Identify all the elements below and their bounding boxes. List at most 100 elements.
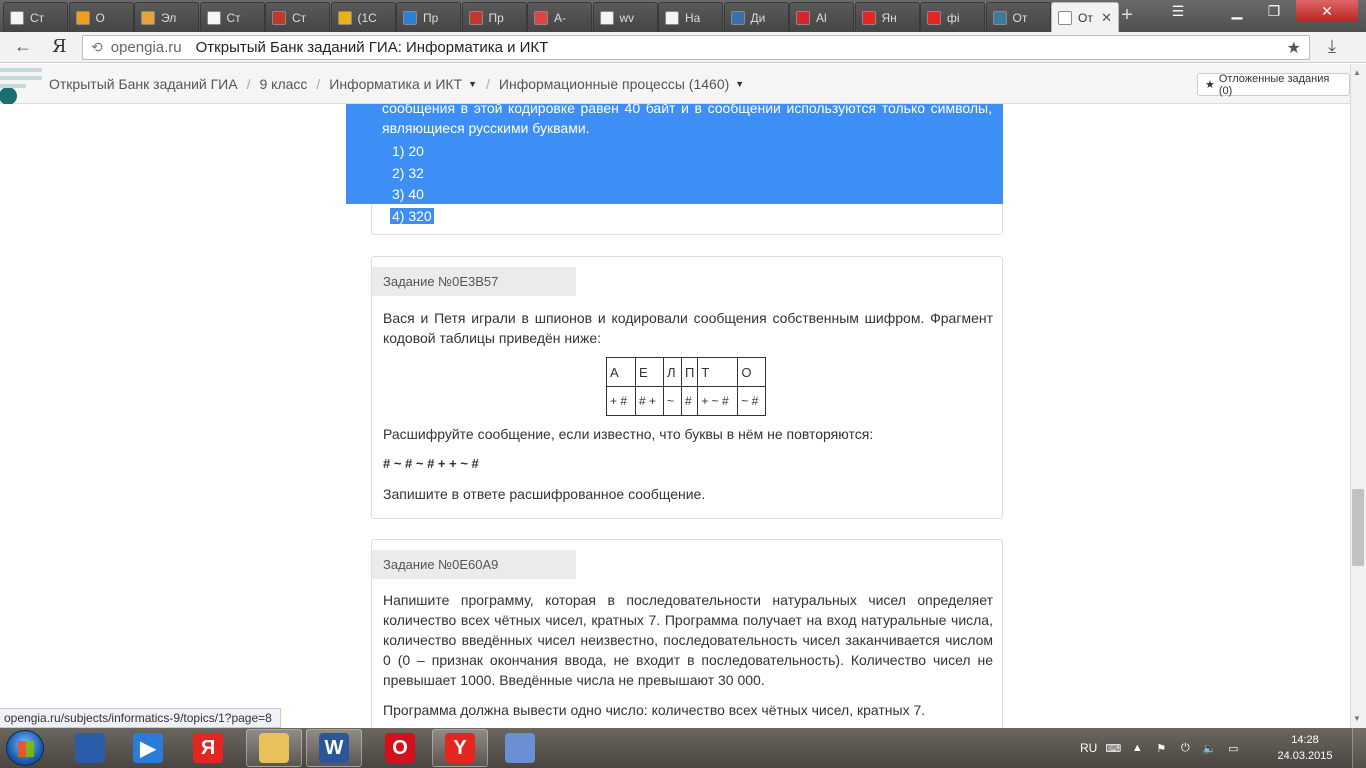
table-cell-letter: А	[606, 357, 636, 387]
logo-icon	[0, 68, 42, 104]
table-cell-code: #	[680, 386, 699, 416]
start-button[interactable]	[6, 730, 44, 766]
table-cell-code: ~ #	[737, 386, 767, 416]
back-button[interactable]: ←	[14, 36, 32, 57]
browser-tab[interactable]: Al	[789, 2, 854, 32]
downloads-icon[interactable]: ⤓	[1328, 36, 1336, 57]
browser-tab[interactable]: Пр	[461, 2, 527, 32]
caret-down-icon[interactable]: ▼	[735, 79, 744, 89]
deferred-tasks-label: Отложенные задания (0)	[1218, 72, 1330, 97]
atom-icon	[534, 10, 548, 25]
maximize-button[interactable]: ❐	[1256, 0, 1292, 22]
taskbar-app-button[interactable]: Я	[180, 729, 236, 767]
scrollbar-thumb[interactable]	[1352, 489, 1364, 566]
browser-tab-label: От	[1012, 10, 1028, 25]
task-instruction: Запишите в ответе расшифрованное сообщен…	[383, 486, 706, 502]
address-page-title: Открытый Банк заданий ГИА: Информатика и…	[195, 39, 549, 56]
task-text: сообщения в этой кодировке равен 40 байт…	[382, 104, 992, 136]
language-indicator[interactable]: RU	[1080, 741, 1097, 755]
taskbar-app-button[interactable]	[246, 729, 302, 767]
new-tab-button[interactable]: +	[1117, 5, 1137, 26]
breadcrumb-subject[interactable]: Информатика и ИКТ	[329, 76, 462, 92]
minimize-button[interactable]: ▁	[1218, 0, 1256, 22]
tray-expand-icon[interactable]: ▲	[1129, 740, 1145, 756]
breadcrumb-home[interactable]: Открытый Банк заданий ГИА	[49, 76, 238, 92]
clock-date: 24.03.2015	[1277, 750, 1333, 762]
paint-app-icon	[505, 733, 535, 763]
browser-tab[interactable]: Ст	[3, 2, 68, 32]
table-cell-letter: Т	[697, 357, 739, 387]
browser-tab[interactable]: От	[985, 2, 1051, 32]
task-question: Расшифруйте сообщение, если известно, чт…	[383, 426, 874, 442]
deferred-tasks-button[interactable]: ★ Отложенные задания (0)	[1197, 72, 1350, 97]
answer-option-text: 2) 32	[390, 164, 426, 181]
breadcrumb-topic[interactable]: Информационные процессы (1460)	[499, 76, 729, 92]
browser-tab[interactable]: wv	[592, 2, 658, 32]
display-icon[interactable]: ▭	[1225, 740, 1241, 756]
browser-menu-button[interactable]: ☰	[1163, 0, 1193, 22]
aliexpress-icon	[796, 10, 810, 25]
yandex-home-button[interactable]: Я	[52, 36, 67, 57]
system-tray: RU ⌨ ▲ ⚑ ⏻ 🔈 ▭	[1080, 728, 1241, 768]
bookmark-star-icon[interactable]: ★	[1287, 38, 1301, 58]
volume-icon[interactable]: 🔈	[1201, 740, 1217, 756]
site-logo[interactable]	[0, 64, 42, 104]
browser-tab-label: Пр	[488, 10, 504, 25]
browser-tab-label: Ст	[30, 10, 45, 25]
page-scrollbar[interactable]	[1350, 64, 1366, 728]
answer-option: 1) 20	[390, 141, 434, 163]
browser-tab[interactable]: Ян	[854, 2, 920, 32]
scroll-up-arrow-icon[interactable]: ▲	[1353, 68, 1361, 77]
address-input[interactable]: ⟲ opengia.ru Открытый Банк заданий ГИА: …	[82, 35, 1310, 60]
taskbar-app-button[interactable]: W	[306, 729, 362, 767]
browser-tab-label: А-	[554, 10, 566, 25]
browser-tab-strip: + ☰ ▁ ❐ ✕ Ст О Эл Ст Ст (1С Пр Пр А-wv На Ди Al Ян фі…	[0, 0, 1366, 32]
browser-tab[interactable]: Ди	[723, 2, 789, 32]
table-cell-letter: Л	[663, 357, 682, 387]
taskbar-app-button[interactable]	[492, 729, 548, 767]
table-cell-code: ~	[663, 386, 682, 416]
task-card: Задание №0E3B57 Вася и Петя играли в шпи…	[371, 256, 1003, 519]
browser-tab[interactable]: Эл	[134, 2, 199, 32]
menu-icon: ☰	[1171, 2, 1185, 19]
browser-tab[interactable]: Пр	[396, 2, 461, 32]
power-icon[interactable]: ⏻	[1177, 740, 1193, 756]
answer-option: 3) 40	[390, 184, 434, 206]
browser-tab[interactable]: На	[658, 2, 723, 32]
taskbar-app-button[interactable]: Y	[432, 729, 488, 767]
table-cell-letter: П	[680, 357, 699, 387]
keyboard-icon[interactable]: ⌨	[1105, 740, 1121, 756]
breadcrumb-grade[interactable]: 9 класс	[259, 76, 307, 92]
clock[interactable]: 14:28 24.03.2015	[1272, 732, 1338, 764]
taskbar-app-button[interactable]	[62, 729, 118, 767]
scroll-down-arrow-icon[interactable]: ▼	[1353, 714, 1361, 723]
browser-tab-label: На	[685, 10, 701, 25]
browser-tab[interactable]: А-	[527, 2, 592, 32]
site-navbar: Открытый Банк заданий ГИА / 9 класс / Ин…	[0, 64, 1350, 104]
site-info-icon[interactable]: ⟲	[91, 39, 103, 56]
restore-icon: ❐	[1267, 2, 1281, 19]
file-explorer-app-icon	[259, 733, 289, 763]
caret-down-icon[interactable]: ▼	[468, 79, 477, 89]
network-icon[interactable]: ⚑	[1153, 740, 1169, 756]
browser-tab-label: фі	[947, 10, 960, 25]
browser-tab-label: О	[95, 10, 105, 25]
browser-tab[interactable]: Ст	[199, 2, 265, 32]
minimize-icon: ▁	[1231, 2, 1243, 19]
browser-tab[interactable]: фі	[920, 2, 985, 32]
taskbar-app-button[interactable]: O	[372, 729, 428, 767]
show-desktop-button[interactable]	[1352, 728, 1366, 768]
browser-tab-label: От	[1078, 10, 1093, 25]
doc-icon	[403, 10, 417, 25]
browser-tab[interactable]: (1С	[330, 2, 396, 32]
page-content: сообщения в этой кодировке равен 40 байт…	[0, 104, 1350, 728]
close-tab-icon[interactable]: ✕	[1101, 10, 1112, 26]
close-window-button[interactable]: ✕	[1296, 0, 1358, 22]
taskbar-app-button[interactable]: ▶	[120, 729, 176, 767]
browser-tab[interactable]: О	[68, 2, 134, 32]
close-icon: ✕	[1321, 2, 1333, 19]
browser-tab[interactable]: Ст	[265, 2, 330, 32]
page-icon	[599, 10, 614, 25]
table-row: АЕЛПТО	[606, 357, 767, 387]
browser-tab-active[interactable]: От ✕	[1051, 2, 1119, 32]
